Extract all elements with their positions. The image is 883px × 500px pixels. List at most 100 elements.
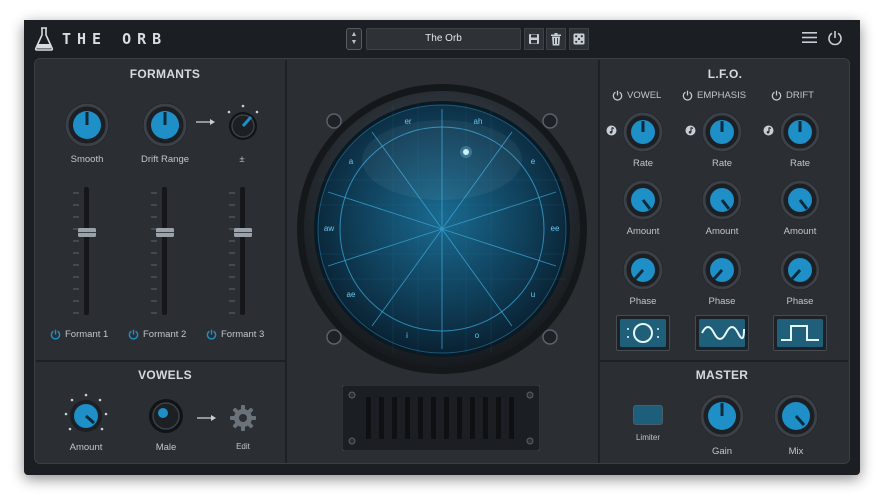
lfo-emphasis-phase-knob[interactable] xyxy=(700,248,744,292)
power-icon xyxy=(206,329,217,340)
vowel-label-ah: ah xyxy=(474,117,483,126)
drift-amount-knob[interactable] xyxy=(222,102,264,144)
preset-name-display[interactable]: The Orb xyxy=(366,28,521,50)
formant3-toggle[interactable]: Formant 3 xyxy=(206,329,264,340)
smooth-label: Smooth xyxy=(70,154,104,165)
master-title: MASTER xyxy=(695,368,749,382)
formant2-toggle[interactable]: Formant 2 xyxy=(128,329,186,340)
formants-title: FORMANTS xyxy=(129,67,201,81)
drift-range-label: Drift Range xyxy=(140,154,190,165)
smooth-knob[interactable] xyxy=(62,100,112,150)
lfo-drift-amount-label: Amount xyxy=(783,226,817,237)
drift-range-knob[interactable] xyxy=(140,100,190,150)
dice-icon xyxy=(573,33,585,45)
vowel-label-a: a xyxy=(349,157,354,166)
power-icon xyxy=(612,90,623,101)
divider-left xyxy=(285,60,287,463)
mix-knob[interactable] xyxy=(772,392,820,440)
lfo-drift-phase-label: Phase xyxy=(786,296,814,307)
preset-nav-arrows[interactable]: ▲ ▼ xyxy=(346,28,362,50)
vowel-label-u: u xyxy=(531,290,535,299)
lfo-emphasis-waveform-button[interactable] xyxy=(695,315,749,351)
vowel-amount-knob[interactable] xyxy=(62,392,110,440)
power-icon xyxy=(50,329,61,340)
vowel-label-ee: ee xyxy=(551,224,560,233)
lfo-vowel-waveform-button[interactable] xyxy=(616,315,670,351)
speaker-grille xyxy=(342,385,540,451)
lfo-drift-label: DRIFT xyxy=(786,90,814,101)
power-icon xyxy=(682,90,693,101)
trash-icon xyxy=(551,32,561,45)
lfo-vowel-label: VOWEL xyxy=(627,90,662,101)
header-bar: THE ORB ▲ ▼ The Orb xyxy=(24,20,860,58)
save-preset-button[interactable] xyxy=(524,28,544,50)
lfo-drift-amount-knob[interactable] xyxy=(778,178,822,222)
vowels-title: VOWELS xyxy=(138,368,192,382)
lfo-drift-toggle[interactable]: DRIFT xyxy=(771,90,814,101)
formant2-label: Formant 2 xyxy=(143,329,187,340)
lfo-vowel-phase-label: Phase xyxy=(629,296,657,307)
circle-wave-icon xyxy=(620,319,666,347)
chevron-down-icon[interactable]: ▼ xyxy=(351,39,358,47)
limiter-toggle[interactable] xyxy=(633,405,663,425)
vowel-amount-label: Amount xyxy=(69,442,103,453)
plusminus-label: ± xyxy=(239,154,245,165)
gain-label: Gain xyxy=(711,446,733,457)
chevron-up-icon[interactable]: ▲ xyxy=(351,31,358,39)
lfo-drift-waveform-button[interactable] xyxy=(773,315,827,351)
divider-master xyxy=(600,360,848,362)
formant1-toggle[interactable]: Formant 1 xyxy=(50,329,108,340)
lfo-emphasis-phase-label: Phase xyxy=(708,296,736,307)
vowel-label-er: er xyxy=(404,117,411,126)
sine-wave-icon xyxy=(699,319,745,347)
power-icon xyxy=(128,329,139,340)
edit-label: Edit xyxy=(236,442,250,451)
formant3-fader[interactable] xyxy=(229,185,255,317)
note-sync-icon[interactable] xyxy=(606,125,617,136)
arrow-right-icon xyxy=(196,119,215,125)
lfo-drift-rate-knob[interactable] xyxy=(778,110,822,154)
lfo-emphasis-rate-knob[interactable] xyxy=(700,110,744,154)
lfo-emphasis-label: EMPHASIS xyxy=(697,90,747,101)
lfo-emphasis-rate-label: Rate xyxy=(711,158,733,169)
gear-icon[interactable] xyxy=(229,404,257,432)
formant2-fader[interactable] xyxy=(151,185,177,317)
male-knob[interactable] xyxy=(146,396,186,436)
lfo-vowel-amount-label: Amount xyxy=(626,226,660,237)
save-icon xyxy=(529,34,539,44)
delete-preset-button[interactable] xyxy=(546,28,566,50)
app-title: THE ORB xyxy=(62,30,168,48)
lfo-emphasis-amount-knob[interactable] xyxy=(700,178,744,222)
divider-right xyxy=(598,60,600,463)
note-sync-icon[interactable] xyxy=(685,125,696,136)
lfo-vowel-phase-knob[interactable] xyxy=(621,248,665,292)
menu-icon[interactable] xyxy=(802,31,817,44)
lfo-drift-phase-knob[interactable] xyxy=(778,248,822,292)
lfo-vowel-rate-label: Rate xyxy=(632,158,654,169)
vowel-label-ae: ae xyxy=(347,290,356,299)
lfo-drift-rate-label: Rate xyxy=(789,158,811,169)
lfo-title: L.F.O. xyxy=(707,67,743,81)
lfo-emphasis-amount-label: Amount xyxy=(705,226,739,237)
formant3-label: Formant 3 xyxy=(221,329,265,340)
square-wave-icon xyxy=(777,319,823,347)
limiter-label: Limiter xyxy=(635,433,660,442)
divider-vowels xyxy=(36,360,286,362)
lfo-vowel-toggle[interactable]: VOWEL xyxy=(612,90,661,101)
gain-knob[interactable] xyxy=(698,392,746,440)
formant1-label: Formant 1 xyxy=(65,329,109,340)
lfo-emphasis-toggle[interactable]: EMPHASIS xyxy=(682,90,746,101)
vowel-label-i: i xyxy=(406,331,408,340)
mix-label: Mix xyxy=(788,446,804,457)
lfo-vowel-rate-knob[interactable] xyxy=(621,110,665,154)
power-icon[interactable] xyxy=(827,30,843,46)
note-sync-icon[interactable] xyxy=(763,125,774,136)
lfo-vowel-amount-knob[interactable] xyxy=(621,178,665,222)
formant1-fader[interactable] xyxy=(73,185,99,317)
male-label: Male xyxy=(155,442,177,453)
flask-logo-icon xyxy=(34,27,54,51)
power-icon xyxy=(771,90,782,101)
randomize-button[interactable] xyxy=(569,28,589,50)
arrow-right-icon xyxy=(197,415,216,421)
vowel-orb[interactable]: er ah e ee u o i ae aw a xyxy=(288,80,596,388)
